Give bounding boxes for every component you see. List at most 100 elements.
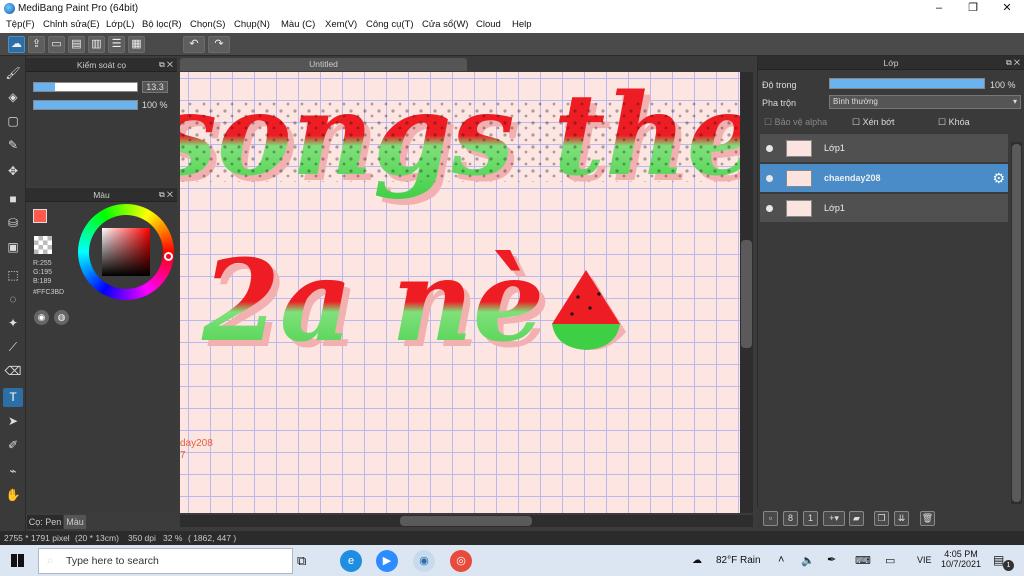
menu-color[interactable]: Màu (C) <box>281 19 315 30</box>
layer-scroll-thumb[interactable] <box>1012 144 1021 502</box>
lasso-tool-icon[interactable]: ◌ <box>3 290 23 309</box>
menu-layer[interactable]: Lớp(L) <box>106 19 134 30</box>
weather-icon[interactable]: ☁ <box>692 555 702 566</box>
lock-checkbox[interactable]: ☐ Khóa <box>938 117 970 128</box>
layer-opacity-slider[interactable] <box>829 78 985 89</box>
text-tool-icon[interactable]: T <box>3 388 23 407</box>
hand-tool-icon[interactable]: ✋ <box>3 486 23 505</box>
eyedropper-icon[interactable]: ⌁ <box>3 462 23 481</box>
hue-marker[interactable] <box>164 252 173 261</box>
chat-icon[interactable]: ▤ <box>68 36 85 53</box>
edge-icon[interactable]: e <box>340 550 362 572</box>
grid-icon[interactable]: ▦ <box>128 36 145 53</box>
redo-button[interactable]: ↷ <box>208 36 230 53</box>
panel-close-icon[interactable]: ⧉ ✕ <box>159 188 173 202</box>
menu-help[interactable]: Help <box>512 19 532 30</box>
layer-row[interactable]: Lớp1 <box>760 134 1008 163</box>
merge-layer-icon[interactable]: ⇊ <box>894 511 909 526</box>
new-layer-icon[interactable]: ▫ <box>763 511 778 526</box>
brush-size-slider[interactable] <box>33 82 138 92</box>
panel-close-icon[interactable]: ⧉ ✕ <box>159 58 173 72</box>
folder-icon[interactable]: ▰ <box>849 511 864 526</box>
bucket-tool-icon[interactable]: ⛁ <box>3 214 23 233</box>
fill-rect-icon[interactable]: ■ <box>3 190 23 209</box>
select-tool-icon[interactable]: ⬚ <box>3 266 23 285</box>
horizontal-scroll-thumb[interactable] <box>400 516 532 526</box>
visibility-icon[interactable] <box>766 205 773 212</box>
menu-cloud[interactable]: Cloud <box>476 19 501 30</box>
transparent-color-swatch[interactable] <box>34 236 52 254</box>
delete-layer-icon[interactable]: 🗑 <box>920 511 935 526</box>
cloud-icon[interactable]: ☁ <box>8 36 25 53</box>
move-tool-icon[interactable]: ✥ <box>3 162 23 181</box>
layer-row[interactable]: Lớp1 <box>760 194 1008 223</box>
menu-file[interactable]: Tệp(F) <box>6 19 35 30</box>
dropper-tool-icon[interactable]: ✐ <box>3 436 23 455</box>
duplicate-layer-icon[interactable]: ❐ <box>874 511 889 526</box>
brush-tool-icon[interactable]: 🖌 <box>3 64 23 83</box>
language-indicator[interactable]: VIE <box>917 555 932 565</box>
palette-icon[interactable]: ◉ <box>34 310 49 325</box>
list-icon[interactable]: ☰ <box>108 36 125 53</box>
search-input[interactable]: ⌕ Type here to search <box>38 548 293 574</box>
menu-capture[interactable]: Chụp(N) <box>234 19 270 30</box>
menu-filter[interactable]: Bộ lọc(R) <box>142 19 182 30</box>
eraser-tool-icon[interactable]: ◈ <box>3 88 23 107</box>
drawing-canvas[interactable]: songs theo songs theo 2a nè 2a nè day208… <box>180 72 740 513</box>
gradient-tool-icon[interactable]: ▣ <box>3 238 23 257</box>
color-picker-icon[interactable]: ◍ <box>54 310 69 325</box>
keyboard-icon[interactable]: ⌨ <box>855 554 871 567</box>
menu-view[interactable]: Xem(V) <box>325 19 357 30</box>
foreground-color-swatch[interactable] <box>33 209 47 223</box>
menu-window[interactable]: Cửa sổ(W) <box>422 19 468 30</box>
hue-wheel[interactable] <box>78 204 174 300</box>
blend-mode-select[interactable]: Bình thường ▾ <box>829 95 1021 109</box>
clipping-checkbox[interactable]: ☐ Xén bớt <box>852 117 895 128</box>
weather-text[interactable]: 82°F Rain <box>716 555 761 566</box>
layer-row-selected[interactable]: chaenday208 ⚙ <box>760 164 1008 193</box>
display-icon[interactable]: ▭ <box>885 554 895 567</box>
visibility-icon[interactable] <box>766 145 773 152</box>
tab-color[interactable]: Màu <box>64 515 86 529</box>
brush-size-value[interactable]: 13.3 <box>142 81 168 93</box>
panel-close-icon[interactable]: ⧉ ✕ <box>1006 56 1020 70</box>
visibility-icon[interactable] <box>766 175 773 182</box>
minimize-button[interactable]: – <box>922 0 956 17</box>
volume-icon[interactable]: 🔈 <box>801 554 815 567</box>
protect-alpha-checkbox[interactable]: ☐ Bảo vệ alpha <box>764 117 827 128</box>
rect-select-icon[interactable]: ▢ <box>3 112 23 131</box>
saturation-square[interactable] <box>102 228 150 276</box>
document-icon[interactable]: ▥ <box>88 36 105 53</box>
comment-icon[interactable]: ▭ <box>48 36 65 53</box>
horizontal-scrollbar[interactable] <box>180 515 753 527</box>
select-pen-icon[interactable]: ⟋ <box>3 338 23 357</box>
maximize-button[interactable]: ❐ <box>956 0 990 17</box>
windows-start-icon[interactable] <box>11 554 24 567</box>
clock[interactable]: 4:05 PM 10/7/2021 <box>940 549 982 569</box>
chrome-icon[interactable]: ◎ <box>450 550 472 572</box>
vertical-scrollbar[interactable] <box>740 72 753 513</box>
operation-tool-icon[interactable]: ➤ <box>3 412 23 431</box>
layer-scrollbar[interactable] <box>1011 142 1022 504</box>
task-view-icon[interactable]: ⧉ <box>297 553 306 569</box>
undo-button[interactable]: ↶ <box>183 36 205 53</box>
add-layer-menu-icon[interactable]: +▾ <box>823 511 845 526</box>
zoom-icon[interactable]: ▶ <box>376 550 398 572</box>
new-8bit-layer-icon[interactable]: 8 <box>783 511 798 526</box>
menu-edit[interactable]: Chỉnh sửa(E) <box>43 19 100 30</box>
new-1bit-layer-icon[interactable]: 1 <box>803 511 818 526</box>
document-tab[interactable]: Untitled <box>180 58 467 71</box>
brush-opacity-slider[interactable] <box>33 100 138 110</box>
pen-tool-icon[interactable]: ✎ <box>3 136 23 155</box>
menu-select[interactable]: Chọn(S) <box>190 19 225 30</box>
select-eraser-icon[interactable]: ⌫ <box>3 362 23 381</box>
magic-wand-icon[interactable]: ✦ <box>3 314 23 333</box>
pen-icon[interactable]: ✒ <box>827 553 836 566</box>
vertical-scroll-thumb[interactable] <box>741 240 752 348</box>
share-icon[interactable]: ⇪ <box>28 36 45 53</box>
chevron-up-icon[interactable]: ˄ <box>778 554 784 566</box>
close-button[interactable]: ✕ <box>990 0 1024 17</box>
tab-brush[interactable]: Cọ: Pen <box>27 515 63 529</box>
gear-icon[interactable]: ⚙ <box>992 170 1005 187</box>
menu-tools[interactable]: Công cụ(T) <box>366 19 414 30</box>
